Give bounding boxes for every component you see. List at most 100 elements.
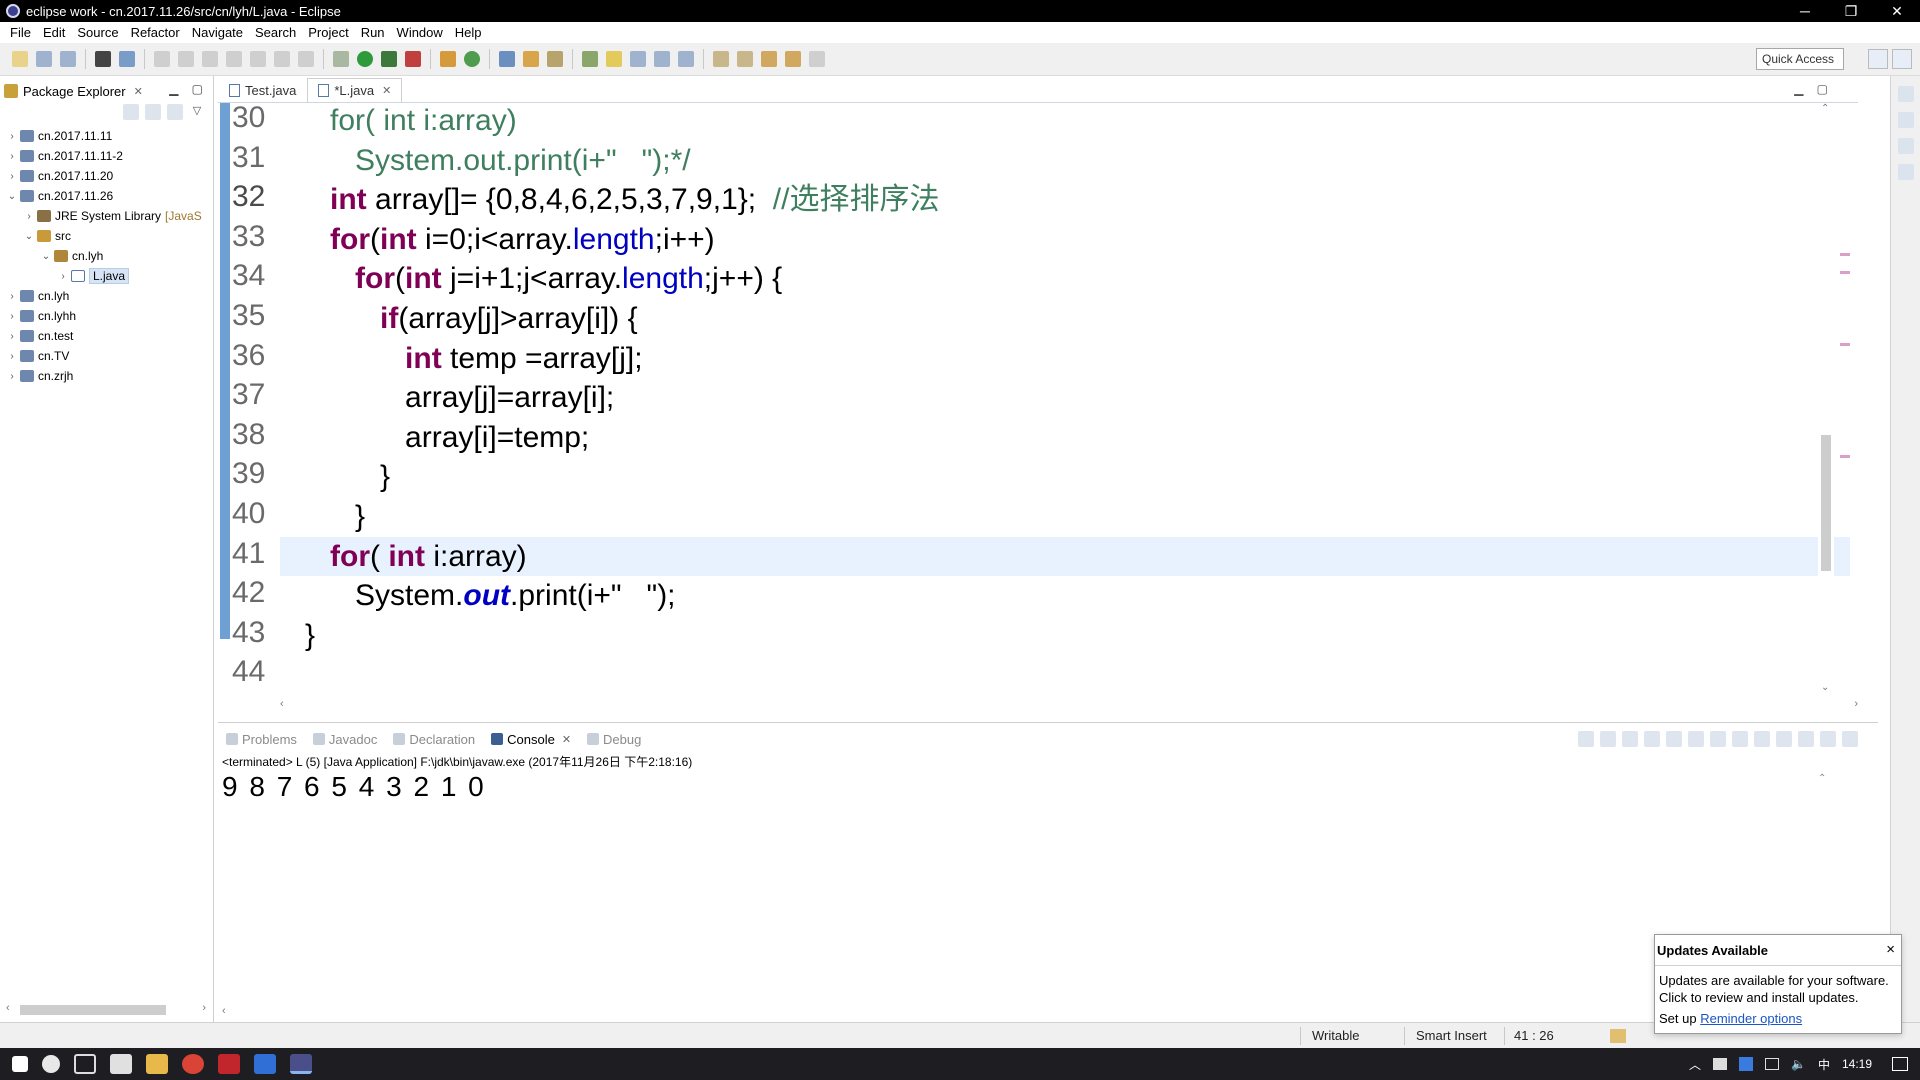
file-explorer-icon[interactable]	[146, 1054, 168, 1074]
package-explorer-hscroll[interactable]: ‹ ›	[0, 1002, 212, 1016]
link-with-editor-icon[interactable]	[145, 104, 161, 120]
publish-icon[interactable]	[95, 51, 111, 67]
menu-edit[interactable]: Edit	[37, 25, 71, 40]
start-icon[interactable]	[12, 1056, 28, 1072]
menu-project[interactable]: Project	[302, 25, 354, 40]
console-vscroll[interactable]: ⌃	[1818, 773, 1828, 933]
run-icon[interactable]	[357, 51, 373, 67]
restore-button[interactable]: ❐	[1828, 0, 1874, 22]
app-icon[interactable]	[254, 1054, 276, 1074]
next-annotation-icon[interactable]	[713, 51, 729, 67]
expand-arrow-icon[interactable]: ›	[6, 171, 18, 182]
browser-icon[interactable]	[182, 1054, 204, 1074]
show-whitespace-icon[interactable]	[678, 51, 694, 67]
reminder-options-link[interactable]: Reminder options	[1700, 1011, 1802, 1026]
minimize-editor-icon[interactable]: ▁	[1794, 82, 1803, 96]
restore-icon[interactable]	[1897, 138, 1914, 154]
annotation-marker[interactable]	[1840, 455, 1850, 458]
tree-item[interactable]: › cn.test	[0, 326, 212, 346]
expand-arrow-icon[interactable]: ›	[6, 351, 18, 362]
show-on-stderr-icon[interactable]	[1732, 731, 1748, 747]
eclipse-taskbar-icon[interactable]	[290, 1054, 312, 1074]
save-icon[interactable]	[36, 51, 52, 67]
clear-console-icon[interactable]	[1644, 731, 1660, 747]
remove-launch-icon[interactable]	[1600, 731, 1616, 747]
tab-javadoc[interactable]: Javadoc	[305, 732, 385, 747]
new-java-project-icon[interactable]	[440, 51, 456, 67]
disconnect-icon[interactable]	[226, 51, 242, 67]
network-icon[interactable]	[1765, 1058, 1779, 1070]
annotation-marker[interactable]	[1840, 253, 1850, 256]
tree-item[interactable]: › cn.lyh	[0, 286, 212, 306]
code-line[interactable]: if(array[j]>array[i]) {	[280, 299, 638, 338]
toggle-annotation-icon[interactable]	[582, 51, 598, 67]
code-line[interactable]: for( int i:array)	[280, 536, 1850, 576]
code-line[interactable]: array[j]=array[i];	[280, 378, 614, 417]
save-all-icon[interactable]	[60, 51, 76, 67]
task-view-icon[interactable]	[74, 1054, 96, 1074]
code-line[interactable]: }	[280, 497, 365, 536]
expand-arrow-icon[interactable]: ›	[23, 211, 35, 222]
maximize-editor-icon[interactable]: ▢	[1817, 82, 1828, 96]
code-line[interactable]: System.out.print(i+" ");	[280, 576, 676, 615]
external-tools-icon[interactable]	[405, 51, 421, 67]
view-menu-icon[interactable]: ▽	[189, 104, 205, 120]
menu-search[interactable]: Search	[249, 25, 302, 40]
tree-item[interactable]: › cn.lyhh	[0, 306, 212, 326]
tree-item[interactable]: › L.java	[0, 266, 212, 286]
battery-icon[interactable]	[1713, 1058, 1727, 1070]
code-line[interactable]: }	[280, 616, 315, 655]
editor-vscroll[interactable]: ⌃ ⌄	[1818, 103, 1834, 693]
notifications-icon[interactable]	[1892, 1057, 1908, 1071]
coverage-icon[interactable]	[381, 51, 397, 67]
skip-breakpoints-icon[interactable]	[119, 51, 135, 67]
collapse-all-icon[interactable]	[123, 104, 139, 120]
menu-navigate[interactable]: Navigate	[186, 25, 249, 40]
collapse-arrow-icon[interactable]: ⌄	[23, 231, 35, 242]
new-icon[interactable]	[12, 51, 28, 67]
restore-icon[interactable]	[1897, 86, 1914, 102]
scroll-thumb[interactable]	[1821, 435, 1831, 571]
close-popup-button[interactable]: ×	[1886, 941, 1895, 958]
maximize-view-icon[interactable]: ▢	[192, 82, 203, 96]
word-wrap-icon[interactable]	[654, 51, 670, 67]
minimize-button[interactable]: ─	[1782, 0, 1828, 22]
mark-occurrences-icon[interactable]	[606, 51, 622, 67]
cortana-icon[interactable]	[42, 1055, 60, 1073]
menu-refactor[interactable]: Refactor	[125, 25, 186, 40]
show-hidden-icons-icon[interactable]: ︿	[1689, 1056, 1701, 1073]
quick-access-field[interactable]: Quick Access	[1756, 48, 1844, 70]
tree-item[interactable]: ⌄ src	[0, 226, 212, 246]
step-into-icon[interactable]	[250, 51, 266, 67]
code-line[interactable]: for(int j=i+1;j<array.length;j++) {	[280, 259, 782, 298]
code-line[interactable]: int array[]= {0,8,4,6,2,5,3,7,9,1}; //选择…	[280, 180, 939, 219]
open-type-icon[interactable]	[499, 51, 515, 67]
forward-icon[interactable]	[809, 51, 825, 67]
expand-arrow-icon[interactable]: ›	[57, 271, 69, 282]
expand-arrow-icon[interactable]: ›	[6, 291, 18, 302]
editor-hscroll[interactable]: ‹ ›	[278, 698, 1858, 712]
focus-task-icon[interactable]	[167, 104, 183, 120]
package-explorer-tab[interactable]: Package Explorer ✕	[4, 80, 143, 102]
code-editor[interactable]: 30313233343536373839404142434445 for( in…	[218, 102, 1858, 698]
security-icon[interactable]	[1739, 1057, 1753, 1071]
annotation-marker[interactable]	[1840, 271, 1850, 274]
collapse-arrow-icon[interactable]: ⌄	[40, 251, 52, 262]
close-tab-icon[interactable]: ✕	[382, 84, 391, 97]
tab-debug[interactable]: Debug	[579, 732, 649, 747]
tree-item[interactable]: › cn.2017.11.11	[0, 126, 212, 146]
tree-item[interactable]: › cn.TV	[0, 346, 212, 366]
scroll-lock-icon[interactable]	[1666, 731, 1682, 747]
collapse-arrow-icon[interactable]: ⌄	[6, 191, 18, 202]
tree-item[interactable]: › cn.2017.11.11-2	[0, 146, 212, 166]
display-console-icon[interactable]	[1776, 731, 1792, 747]
clock[interactable]: 14:19	[1842, 1057, 1872, 1071]
tree-item[interactable]: ⌄ cn.2017.11.26	[0, 186, 212, 206]
open-perspective-icon[interactable]	[1868, 49, 1888, 69]
show-on-stdout-icon[interactable]	[1710, 731, 1726, 747]
expand-arrow-icon[interactable]: ›	[6, 311, 18, 322]
open-task-icon[interactable]	[523, 51, 539, 67]
qq-icon[interactable]	[218, 1054, 240, 1074]
tab-problems[interactable]: Problems	[218, 732, 305, 747]
close-view-icon[interactable]: ✕	[134, 85, 143, 98]
